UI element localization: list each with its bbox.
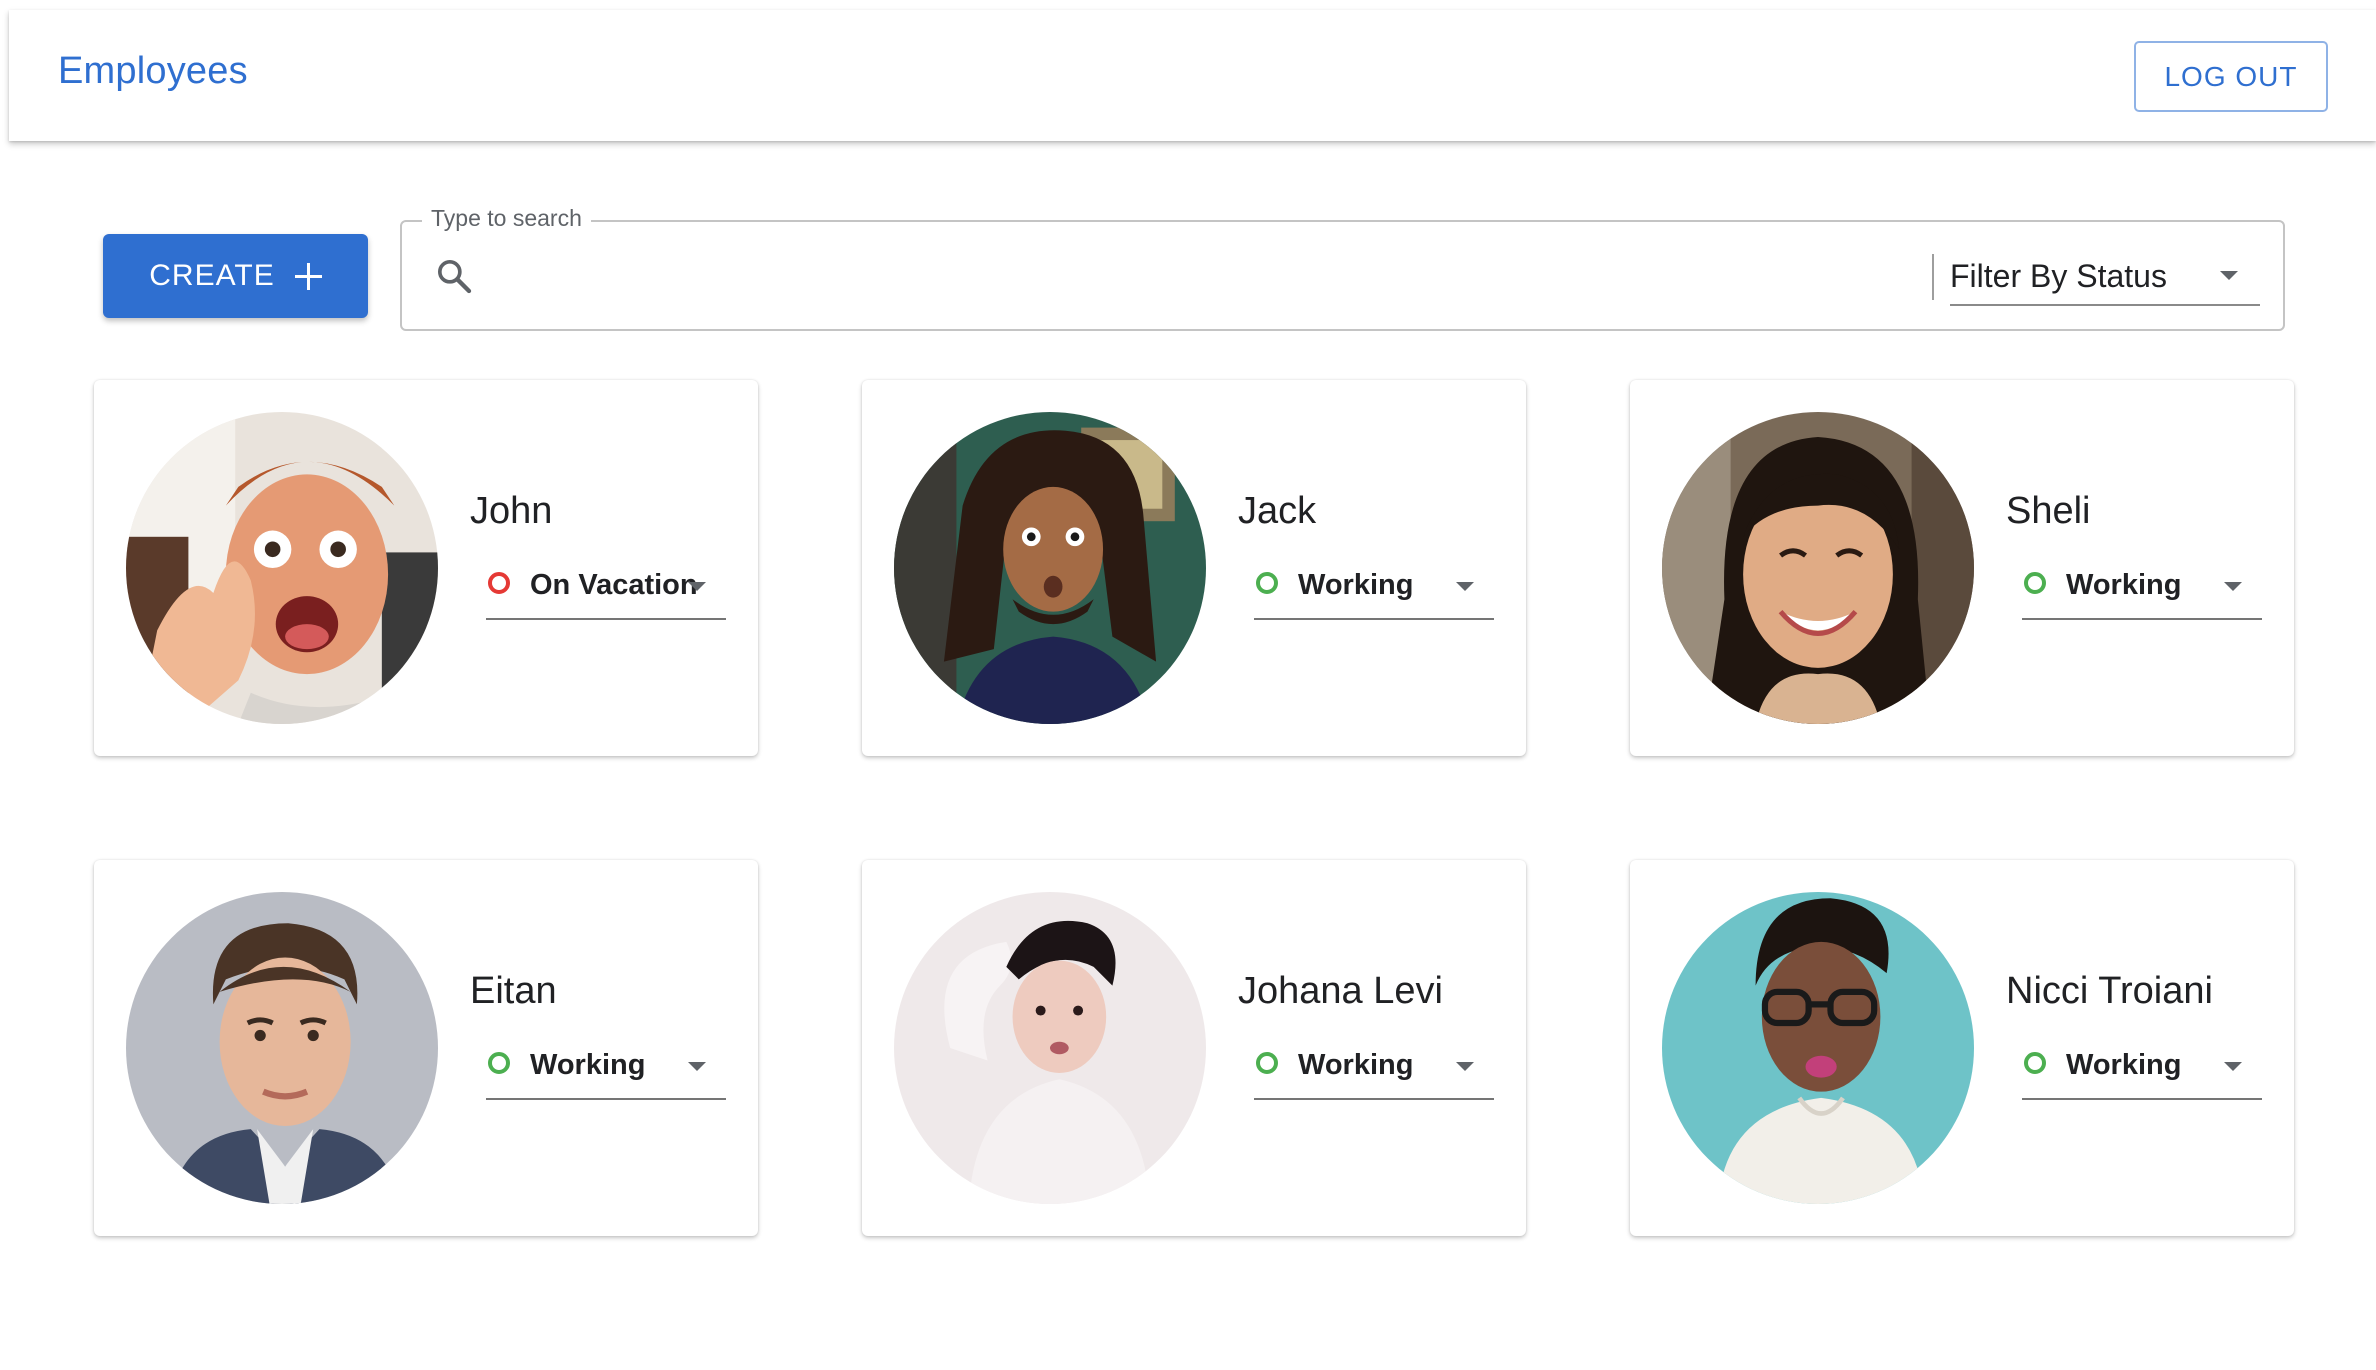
avatar-photo	[126, 412, 438, 724]
chevron-down-icon	[2224, 582, 2242, 591]
employee-name: Sheli	[2006, 490, 2091, 532]
employee-card: Eitan Working	[94, 860, 758, 1236]
employee-card: Johana Levi Working	[862, 860, 1526, 1236]
avatar	[894, 892, 1206, 1204]
status-indicator-icon	[2024, 572, 2046, 594]
search-legend: Type to search	[422, 205, 591, 232]
employee-name: Jack	[1238, 490, 1317, 532]
status-label: On Vacation	[530, 569, 698, 601]
chevron-down-icon	[1456, 582, 1474, 591]
status-label: Working	[530, 1049, 646, 1081]
status-label: Working	[2066, 1049, 2182, 1081]
avatar-photo	[1662, 412, 1974, 724]
page-title: Employees	[58, 50, 248, 92]
logout-button[interactable]: LOG OUT	[2134, 41, 2328, 112]
filter-label: Filter By Status	[1950, 258, 2167, 294]
search-input[interactable]	[492, 244, 1492, 306]
status-label: Working	[1298, 569, 1414, 601]
status-indicator-icon	[488, 1052, 510, 1074]
employee-card: John On Vacation	[94, 380, 758, 756]
avatar	[126, 412, 438, 724]
avatar	[1662, 412, 1974, 724]
avatar	[126, 892, 438, 1204]
status-label: Working	[2066, 569, 2182, 601]
avatar	[1662, 892, 1974, 1204]
status-indicator-icon	[2024, 1052, 2046, 1074]
status-select[interactable]: Working	[1254, 1040, 1494, 1100]
chevron-down-icon	[688, 1062, 706, 1071]
search-field[interactable]: Type to search Filter By Status	[400, 205, 2285, 331]
filter-divider	[1932, 254, 1934, 300]
employee-name: Eitan	[470, 970, 557, 1012]
chevron-down-icon	[1456, 1062, 1474, 1071]
avatar	[894, 412, 1206, 724]
employee-name: Johana Levi	[1238, 970, 1443, 1012]
status-indicator-icon	[1256, 1052, 1278, 1074]
status-label: Working	[1298, 1049, 1414, 1081]
employee-card: Jack Working	[862, 380, 1526, 756]
filter-by-status-select[interactable]: Filter By Status	[1950, 244, 2260, 306]
employee-name: Nicci Troiani	[2006, 970, 2213, 1012]
app-bar: Employees LOG OUT	[9, 10, 2376, 141]
create-button-label: CREATE	[149, 259, 275, 292]
status-indicator-icon	[488, 572, 510, 594]
status-select[interactable]: On Vacation	[486, 560, 726, 620]
employee-card: Sheli Working	[1630, 380, 2294, 756]
chevron-down-icon	[688, 582, 706, 591]
avatar-photo	[894, 892, 1206, 1204]
employee-card: Nicci Troiani Working	[1630, 860, 2294, 1236]
status-select[interactable]: Working	[2022, 560, 2262, 620]
status-select[interactable]: Working	[1254, 560, 1494, 620]
plus-icon	[294, 262, 322, 290]
chevron-down-icon	[2224, 1062, 2242, 1071]
employee-name: John	[470, 490, 553, 532]
status-select[interactable]: Working	[2022, 1040, 2262, 1100]
status-select[interactable]: Working	[486, 1040, 726, 1100]
avatar-photo	[894, 412, 1206, 724]
status-indicator-icon	[1256, 572, 1278, 594]
create-button[interactable]: CREATE	[103, 234, 368, 318]
search-icon	[438, 260, 472, 294]
avatar-photo	[1662, 892, 1974, 1204]
chevron-down-icon	[2220, 271, 2238, 280]
avatar-photo	[126, 892, 438, 1204]
